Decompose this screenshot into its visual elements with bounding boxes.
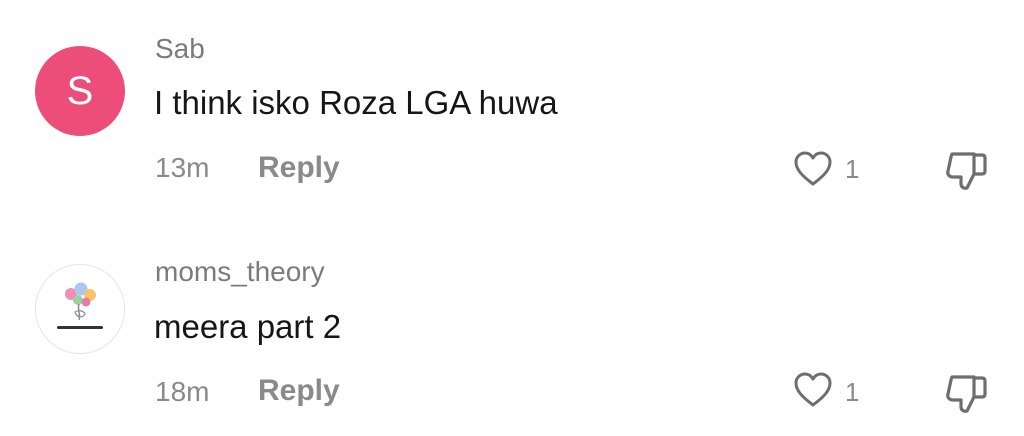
like-count: 1 [845,377,860,407]
thumbs-down-icon[interactable] [944,148,990,192]
comment-text: meera part 2 [154,308,342,345]
avatar[interactable] [35,264,125,354]
avatar-letter: S [66,69,94,113]
avatar[interactable]: S [35,46,125,136]
comment-timestamp: 18m [155,376,210,407]
reply-button[interactable]: Reply [258,151,340,185]
heart-outline-icon[interactable] [793,150,833,188]
comment-username[interactable]: moms_theory [155,256,325,288]
moms-theory-logo [57,282,103,329]
comment-item: S Sab I think isko Roza LGA huwa 13m Rep… [0,0,1024,210]
comment-text: I think isko Roza LGA huwa [154,84,558,121]
like-count: 1 [845,154,860,184]
comment-username[interactable]: Sab [155,33,205,65]
thumbs-down-icon[interactable] [944,371,990,415]
comment-timestamp: 13m [155,152,210,183]
heart-outline-icon[interactable] [793,371,833,409]
reply-button[interactable]: Reply [258,374,340,408]
comment-item: moms_theory meera part 2 18m Reply 1 [0,222,1024,432]
